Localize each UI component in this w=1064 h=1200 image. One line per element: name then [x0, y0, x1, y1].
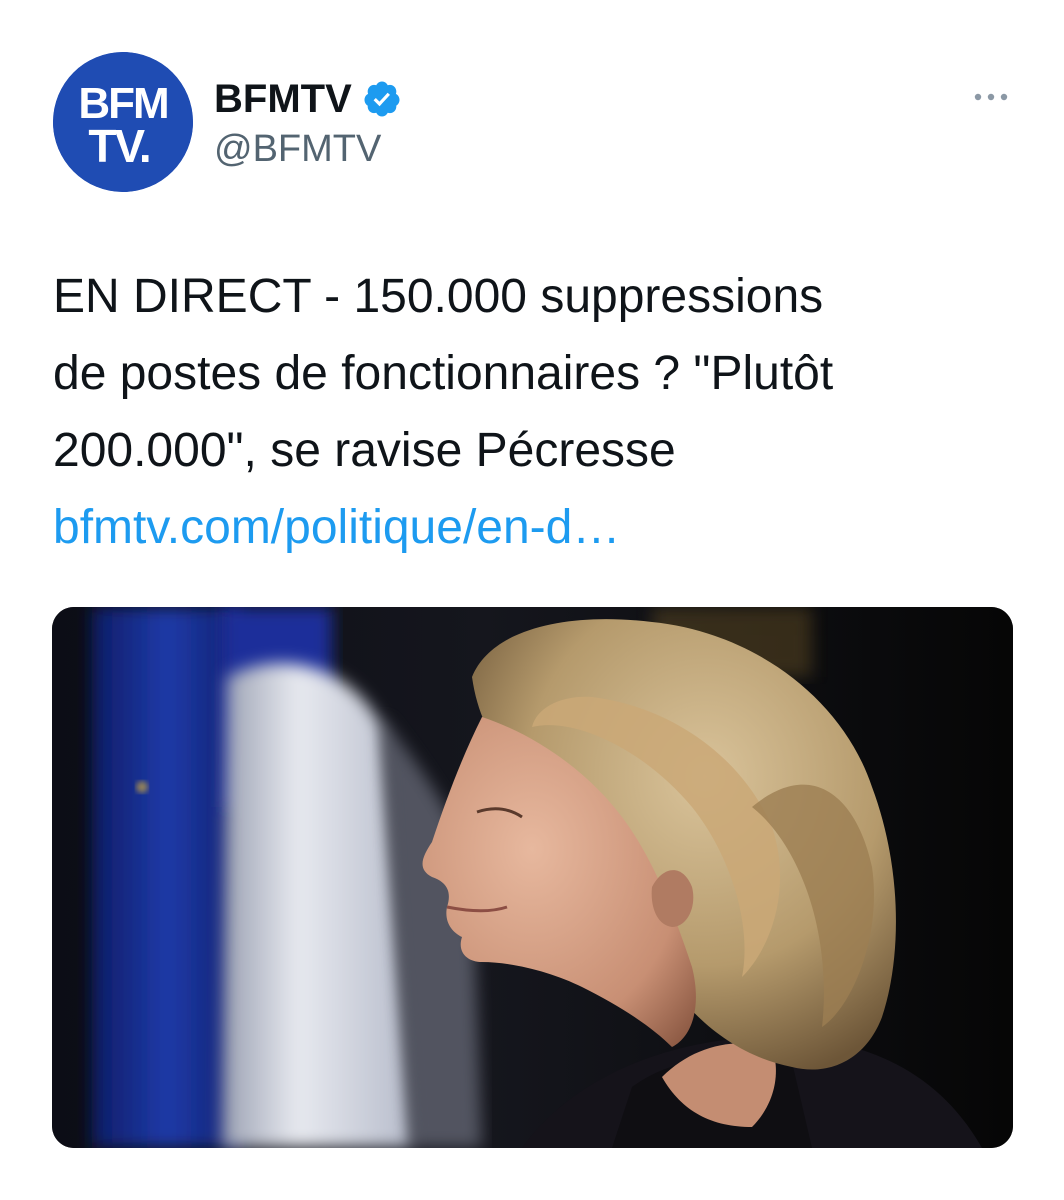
- tweet-text: EN DIRECT - 150.000 suppressions de post…: [53, 258, 1003, 566]
- more-options-button[interactable]: [966, 82, 1016, 112]
- avatar[interactable]: BFM TV.: [53, 52, 193, 192]
- tweet-text-line: de postes de fonctionnaires ? "Plutôt: [53, 347, 834, 400]
- handle[interactable]: @BFMTV: [214, 128, 381, 171]
- article-link[interactable]: bfmtv.com/politique/en-d…: [53, 489, 1003, 566]
- tweet-text-line: 200.000", se ravise Pécresse: [53, 424, 676, 477]
- tweet-photo[interactable]: [52, 607, 1013, 1148]
- name-row: BFMTV: [214, 74, 402, 124]
- bfmtv-logo-icon: BFM TV.: [53, 52, 193, 192]
- display-name[interactable]: BFMTV: [214, 77, 352, 122]
- more-dots-icon: [974, 93, 1008, 101]
- tweet-card: BFM TV. BFMTV @BFMTV EN DIRECT - 150.000…: [0, 0, 1064, 1200]
- avatar-logo-bottom: TV.: [88, 120, 149, 172]
- verified-badge-icon: [364, 81, 400, 117]
- tweet-text-line: EN DIRECT - 150.000 suppressions: [53, 270, 824, 323]
- photo-woman-profile-icon: [52, 607, 1013, 1148]
